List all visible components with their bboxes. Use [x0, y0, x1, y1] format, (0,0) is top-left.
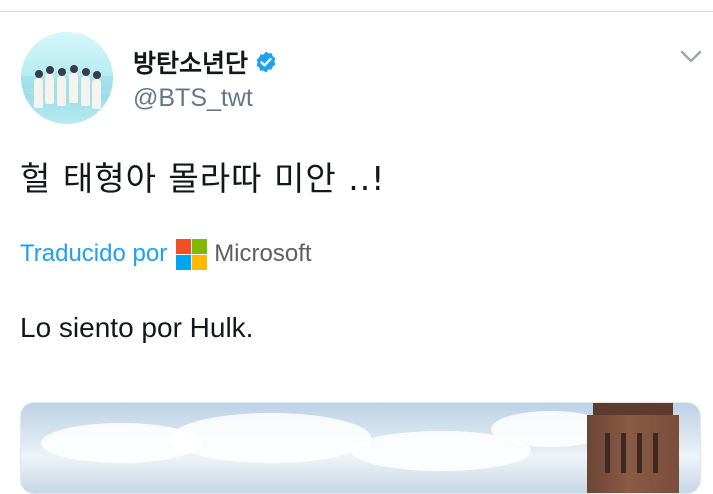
avatar-figure	[45, 74, 54, 104]
avatar-figure-head	[70, 65, 78, 73]
avatar-figure	[69, 73, 78, 103]
tweet-card[interactable]: 방탄소년단 @BTS_twt 헐 태형아 몰라따 미안 ..! Traducid…	[0, 12, 713, 494]
media-cloud	[171, 413, 371, 463]
avatar-figure	[81, 76, 90, 106]
avatar-figure-head	[82, 68, 90, 76]
translation-attribution[interactable]: Traducido por Microsoft	[20, 238, 312, 270]
tweet-text: 헐 태형아 몰라따 미안 ..!	[20, 159, 386, 198]
media-tower	[587, 415, 679, 493]
verified-badge-icon	[256, 51, 276, 73]
display-name[interactable]: 방탄소년단	[133, 44, 248, 80]
chevron-down-icon[interactable]	[680, 50, 702, 64]
microsoft-logo-icon	[176, 238, 208, 270]
avatar-figure-head	[93, 71, 101, 79]
avatar-figure	[34, 78, 43, 108]
avatar-figure	[57, 76, 66, 106]
author-handle[interactable]: @BTS_twt	[133, 84, 253, 113]
media-tower-window	[653, 433, 658, 473]
tweet-media-image[interactable]	[20, 402, 701, 494]
avatar-figure	[92, 79, 101, 109]
translation-provider-name: Microsoft	[214, 240, 312, 267]
avatar-figure-head	[46, 66, 54, 74]
author-row[interactable]: 방탄소년단	[133, 44, 278, 80]
top-divider	[0, 0, 713, 12]
media-tower-window	[637, 433, 642, 473]
avatar-figure-head	[35, 70, 43, 78]
avatar-figure-head	[58, 68, 66, 76]
avatar-sky	[21, 32, 113, 76]
media-tower-window	[621, 433, 626, 473]
translated-text: Lo siento por Hulk.	[20, 312, 254, 343]
media-tower-window	[605, 433, 610, 473]
avatar[interactable]	[21, 32, 113, 124]
translated-by-label[interactable]: Traducido por	[20, 240, 167, 268]
